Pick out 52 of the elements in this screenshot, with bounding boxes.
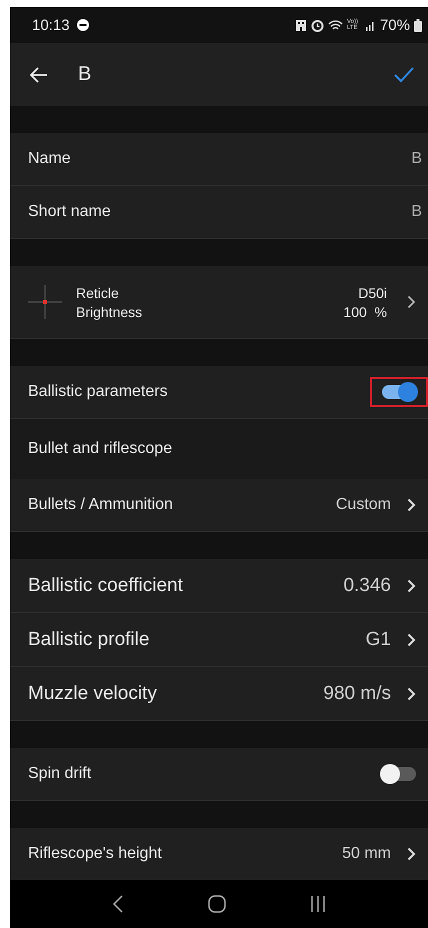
settings-row[interactable]: Bullets / Ammunition Custom xyxy=(10,479,428,532)
settings-row[interactable]: Reticle Brightness D50i 100 % xyxy=(10,266,428,339)
chevron-right-icon xyxy=(407,632,416,646)
recent-apps-icon[interactable] xyxy=(310,895,326,913)
row-value: 50 mm xyxy=(342,845,391,863)
signal-icon xyxy=(364,20,376,30)
battery-percent: 70% xyxy=(380,16,410,34)
settings-row[interactable]: Name B xyxy=(10,133,428,186)
settings-row[interactable]: Spin drift xyxy=(10,748,428,801)
row-label: Ballistic parameters xyxy=(28,383,169,401)
chevron-right-icon xyxy=(407,847,416,861)
settings-row[interactable]: Ballistic coefficient 0.346 xyxy=(10,559,428,613)
row-label: Name xyxy=(28,150,72,168)
row-value: Custom xyxy=(336,496,391,514)
toggle-switch[interactable] xyxy=(382,767,416,781)
row-label: Riflescope's height xyxy=(28,845,163,863)
alarm-icon xyxy=(310,18,324,32)
section-title: Bullet and riflescope xyxy=(28,440,174,458)
back-arrow-icon xyxy=(30,66,48,82)
row-label: Spin drift xyxy=(28,765,92,783)
checkmark-icon xyxy=(394,66,414,82)
back-icon[interactable] xyxy=(112,894,124,914)
chevron-right-icon xyxy=(407,295,416,309)
settings-row[interactable]: Muzzle velocity 980 m/s xyxy=(10,667,428,721)
row-value: 100 % xyxy=(343,304,387,320)
row-label: Brightness xyxy=(76,304,142,320)
wifi-icon xyxy=(328,18,343,32)
battery-icon xyxy=(414,18,422,32)
row-value: 980 m/s xyxy=(323,682,391,704)
row-value: G1 xyxy=(366,628,391,650)
chevron-right-icon xyxy=(407,578,416,592)
row-value: 0.346 xyxy=(343,574,391,596)
row-label: Bullets / Ammunition xyxy=(28,496,174,514)
chevron-right-icon xyxy=(407,498,416,512)
status-time: 10:13 xyxy=(32,16,70,34)
toggle-switch[interactable] xyxy=(382,385,416,399)
building-icon xyxy=(294,19,307,31)
row-label: Muzzle velocity xyxy=(28,682,158,704)
chevron-right-icon xyxy=(407,686,416,700)
row-label: Ballistic profile xyxy=(28,628,150,650)
settings-row[interactable]: Short name B xyxy=(10,186,428,239)
screen-title: B xyxy=(78,63,92,86)
row-value: B xyxy=(411,150,422,168)
row-label: Short name xyxy=(28,203,112,221)
row-label: Reticle xyxy=(76,284,120,300)
row-value: B xyxy=(411,203,422,221)
row-label: Ballistic coefficient xyxy=(28,574,184,596)
do-not-disturb-icon xyxy=(76,19,89,31)
settings-row[interactable]: Ballistic profile G1 xyxy=(10,613,428,667)
row-value: D50i xyxy=(358,284,387,300)
crosshair-icon xyxy=(28,285,62,319)
home-icon[interactable] xyxy=(208,895,226,913)
